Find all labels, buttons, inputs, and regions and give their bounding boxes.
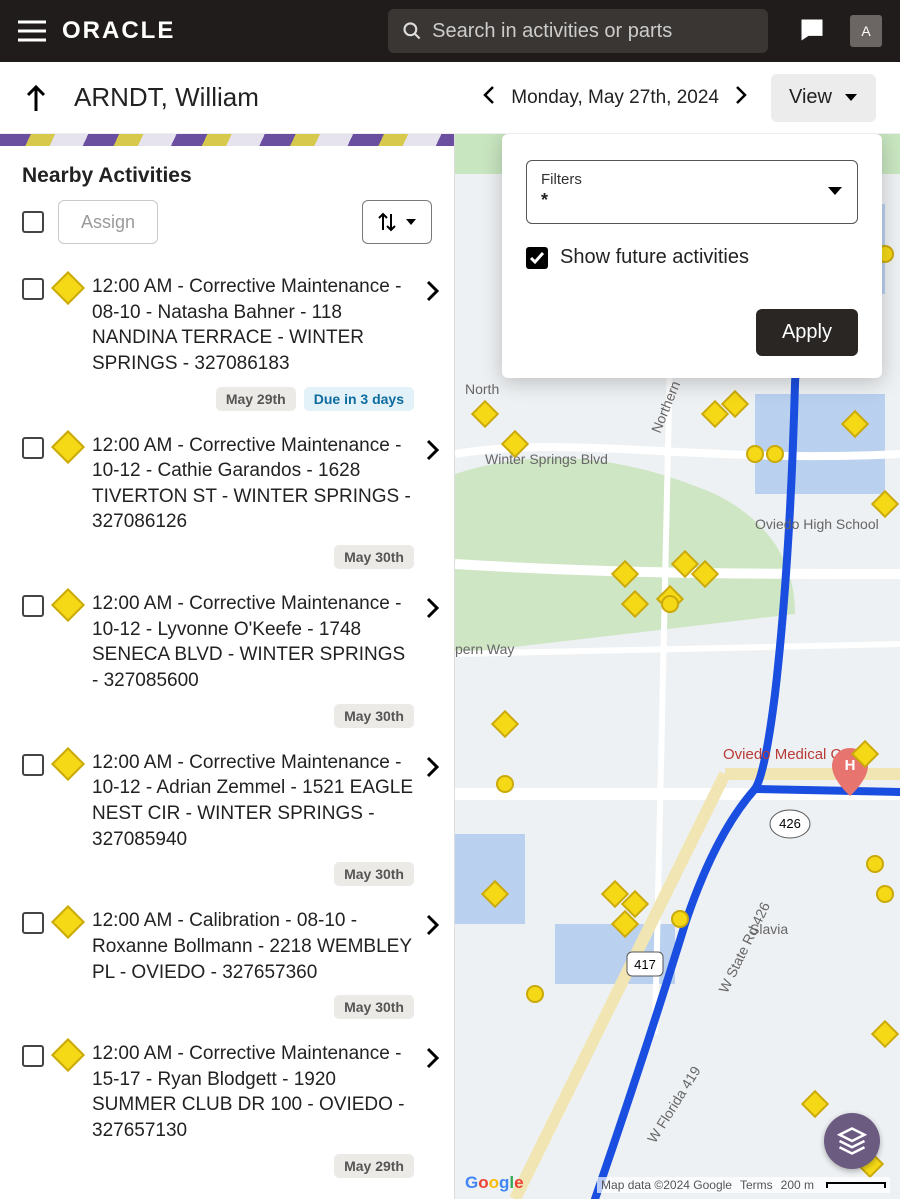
- activity-text: 12:00 AM - Calibration - 08-10 - Roxanne…: [92, 908, 414, 985]
- activity-item[interactable]: 12:00 AM - Calibration - 08-10 - Roxanne…: [22, 896, 440, 1029]
- filters-dropdown[interactable]: Filters *: [526, 160, 858, 224]
- activity-status-icon: [51, 430, 85, 464]
- date-tag: May 29th: [216, 387, 296, 411]
- caret-down-icon: [827, 184, 843, 200]
- activity-list[interactable]: 12:00 AM - Corrective Maintenance - 08-1…: [0, 258, 454, 1199]
- search-field[interactable]: [388, 9, 768, 53]
- date-tag: May 29th: [334, 1154, 414, 1178]
- map-terms-link[interactable]: Terms: [740, 1178, 773, 1192]
- filters-field-label: Filters: [541, 171, 843, 188]
- activity-checkbox[interactable]: [22, 912, 44, 934]
- svg-text:417: 417: [634, 957, 656, 972]
- activity-checkbox[interactable]: [22, 1045, 44, 1067]
- filters-field-value: *: [541, 190, 843, 211]
- back-icon[interactable]: [24, 83, 48, 113]
- sort-icon: [377, 211, 397, 233]
- activity-list-pane: Nearby Activities Assign 12:00 AM - Corr…: [0, 134, 455, 1199]
- assign-button[interactable]: Assign: [58, 200, 158, 244]
- date-tag: May 30th: [334, 995, 414, 1019]
- map-layers-button[interactable]: [824, 1113, 880, 1169]
- chevron-right-icon[interactable]: [426, 280, 440, 305]
- layers-icon: [837, 1126, 867, 1156]
- filters-popover: Filters * Show future activities Apply: [502, 134, 882, 378]
- app-header: ORACLE A: [0, 0, 900, 62]
- svg-text:pern Way: pern Way: [455, 641, 514, 657]
- next-day-button[interactable]: [729, 80, 753, 116]
- view-label: View: [789, 86, 832, 109]
- messages-icon[interactable]: [798, 16, 826, 47]
- date-tag: May 30th: [334, 704, 414, 728]
- activity-status-icon: [51, 588, 85, 622]
- prev-day-button[interactable]: [477, 80, 501, 116]
- chevron-right-icon[interactable]: [426, 756, 440, 781]
- activity-checkbox[interactable]: [22, 278, 44, 300]
- date-tag: May 30th: [334, 862, 414, 886]
- date-navigator: Monday, May 27th, 2024: [477, 80, 753, 116]
- caret-down-icon: [844, 93, 858, 103]
- activity-text: 12:00 AM - Corrective Maintenance - 10-1…: [92, 433, 414, 536]
- svg-text:Winter Springs Blvd: Winter Springs Blvd: [485, 451, 608, 467]
- avatar[interactable]: A: [850, 15, 882, 47]
- chevron-right-icon[interactable]: [426, 439, 440, 464]
- route-stripe: [0, 134, 454, 146]
- sub-header: ARNDT, William Monday, May 27th, 2024 Vi…: [0, 62, 900, 134]
- show-future-label: Show future activities: [560, 246, 749, 269]
- chevron-right-icon[interactable]: [426, 597, 440, 622]
- activity-text: 12:00 AM - Corrective Maintenance - 10-1…: [92, 750, 414, 853]
- search-icon: [402, 20, 422, 42]
- activity-item[interactable]: 12:00 AM - Corrective Maintenance - 10-1…: [22, 579, 440, 738]
- current-date[interactable]: Monday, May 27th, 2024: [511, 87, 719, 109]
- activity-item[interactable]: 12:00 AM - Corrective Maintenance - 10-1…: [22, 738, 440, 897]
- search-input[interactable]: [432, 20, 754, 43]
- activity-checkbox[interactable]: [22, 754, 44, 776]
- chevron-right-icon[interactable]: [426, 1047, 440, 1072]
- activity-text: 12:00 AM - Corrective Maintenance - 15-1…: [92, 1041, 414, 1144]
- nearby-title: Nearby Activities: [22, 164, 432, 188]
- show-future-toggle[interactable]: Show future activities: [526, 246, 858, 269]
- activity-item[interactable]: 12:00 AM - Corrective Maintenance - 15-1…: [22, 1029, 440, 1188]
- menu-icon[interactable]: [18, 20, 46, 42]
- sort-button[interactable]: [362, 200, 432, 244]
- activity-item[interactable]: 12:00 AM - Corrective Maintenance - 08-1…: [22, 262, 440, 421]
- activity-status-icon: [51, 747, 85, 781]
- apply-button[interactable]: Apply: [756, 309, 858, 356]
- page-title: ARNDT, William: [74, 82, 259, 113]
- map-pane[interactable]: North Winter Springs Blvd Northern Way O…: [455, 134, 900, 1199]
- svg-text:H: H: [845, 757, 856, 774]
- chevron-right-icon[interactable]: [426, 914, 440, 939]
- checkbox-checked-icon: [526, 247, 548, 269]
- activity-status-icon: [51, 1038, 85, 1072]
- due-tag: Due in 3 days: [304, 387, 414, 411]
- activity-checkbox[interactable]: [22, 595, 44, 617]
- map-attribution: Map data ©2024 Google Terms 200 m: [597, 1177, 890, 1193]
- view-dropdown[interactable]: View: [771, 74, 876, 122]
- activity-status-icon: [51, 271, 85, 305]
- activity-text: 12:00 AM - Corrective Maintenance - 10-1…: [92, 591, 414, 694]
- date-tag: May 30th: [334, 545, 414, 569]
- google-logo: Google: [465, 1173, 524, 1193]
- brand-logo: ORACLE: [62, 17, 175, 45]
- caret-down-icon: [405, 218, 417, 227]
- activity-item[interactable]: 12:00 AM - Corrective Maintenance - 10-1…: [22, 421, 440, 580]
- svg-text:426: 426: [779, 816, 801, 831]
- activity-text: 12:00 AM - Corrective Maintenance - 08-1…: [92, 274, 414, 377]
- nearby-header: Nearby Activities Assign: [0, 146, 454, 258]
- activity-checkbox[interactable]: [22, 437, 44, 459]
- activity-status-icon: [51, 905, 85, 939]
- svg-text:Oviedo Medical Ctr: Oviedo Medical Ctr: [723, 746, 851, 763]
- svg-text:Oviedo High School: Oviedo High School: [755, 516, 879, 532]
- select-all-checkbox[interactable]: [22, 211, 44, 233]
- svg-text:North: North: [465, 381, 499, 397]
